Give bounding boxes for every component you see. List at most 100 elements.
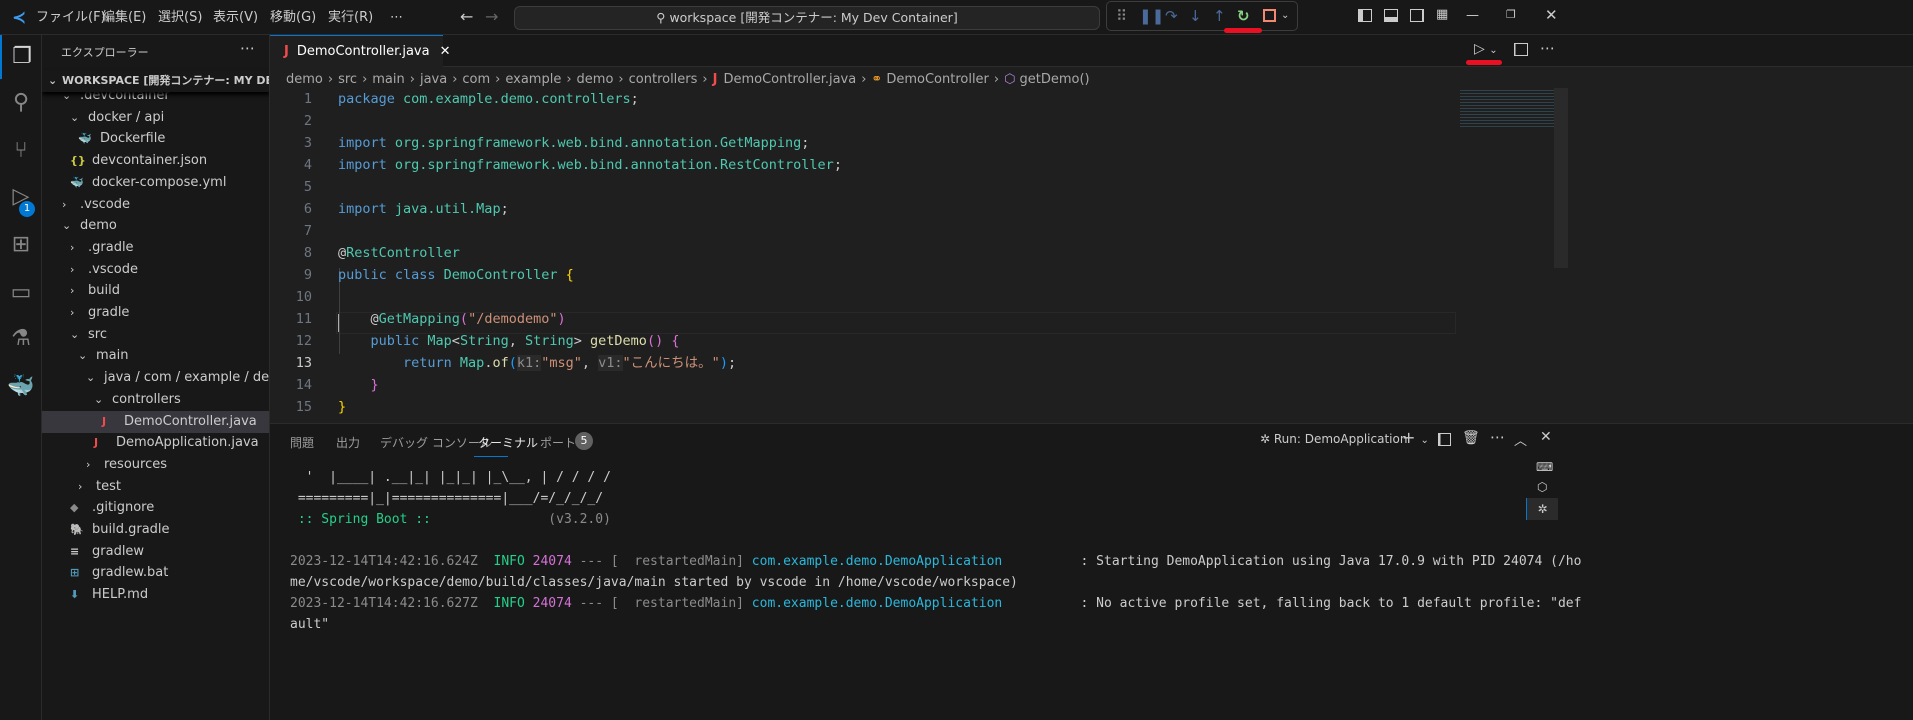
tree-item[interactable]: ≡ gradlew: [42, 541, 269, 563]
tree-item[interactable]: ⬇ HELP.md: [42, 584, 269, 606]
tree-item[interactable]: ◆ .gitignore: [42, 497, 269, 519]
breadcrumb-item[interactable]: demo: [286, 72, 323, 87]
tree-item[interactable]: › .gradle: [42, 237, 269, 259]
tree-item[interactable]: › .vscode: [42, 259, 269, 281]
tree-item[interactable]: ⊞ gradlew.bat: [42, 562, 269, 584]
close-panel-icon[interactable]: ✕: [1540, 429, 1552, 445]
step-into-icon[interactable]: ↓: [1189, 7, 1202, 25]
chevron-down-icon[interactable]: ⌄: [1281, 10, 1289, 21]
toggle-secondary-sidebar-icon[interactable]: [1410, 9, 1424, 22]
breadcrumb-item[interactable]: com: [462, 72, 490, 87]
tree-item[interactable]: › resources: [42, 454, 269, 476]
split-editor-icon[interactable]: [1514, 43, 1528, 56]
breadcrumb-item[interactable]: DemoController: [886, 72, 989, 87]
terminal-output[interactable]: ' |____| .__|_| |_|_| |_\__, | / / / / =…: [270, 468, 1581, 718]
toggle-primary-sidebar-icon[interactable]: [1358, 9, 1372, 22]
tree-item[interactable]: › .vscode: [42, 194, 269, 216]
menu-item[interactable]: 移動(G): [270, 0, 316, 35]
terminal-selector[interactable]: ✲ Run: DemoApplication: [1260, 432, 1407, 446]
panel-tab[interactable]: 出力: [336, 434, 360, 458]
tree-item[interactable]: 🐘 build.gradle: [42, 519, 269, 541]
restart-icon[interactable]: ↻: [1237, 7, 1250, 25]
toggle-panel-icon[interactable]: [1384, 9, 1398, 22]
step-out-icon[interactable]: ↑: [1213, 7, 1226, 25]
terminal-list-debug-icon[interactable]: ✲: [1526, 498, 1558, 520]
close-window-button[interactable]: ✕: [1545, 6, 1558, 24]
breadcrumb-item[interactable]: src: [338, 72, 357, 87]
new-terminal-button[interactable]: + ⌄: [1402, 428, 1429, 447]
breadcrumb-item[interactable]: java: [420, 72, 447, 87]
breadcrumb-item[interactable]: demo: [577, 72, 614, 87]
restore-button[interactable]: ❐: [1506, 8, 1516, 21]
terminal-line: 2023-12-14T14:42:16.624Z INFO 24074 --- …: [290, 552, 1581, 572]
explorer-icon[interactable]: ❐: [0, 35, 42, 79]
split-terminal-icon[interactable]: [1438, 433, 1451, 446]
source-control-icon[interactable]: ⑂: [0, 129, 42, 173]
breadcrumb-item[interactable]: main: [372, 72, 404, 87]
forward-icon[interactable]: →: [485, 7, 498, 26]
maximize-panel-icon[interactable]: ︿: [1514, 430, 1527, 449]
pause-icon[interactable]: ❚❚: [1139, 7, 1164, 25]
method-icon: ⬡: [1004, 72, 1016, 87]
docker-icon[interactable]: 🐳: [0, 365, 42, 409]
panel-tab[interactable]: 問題: [290, 434, 314, 458]
close-tab-icon[interactable]: ✕: [440, 44, 451, 59]
drag-handle-icon[interactable]: ⠿: [1116, 7, 1127, 25]
chevron-down-icon: ⌄: [62, 219, 72, 233]
tree-item[interactable]: ⌄ controllers: [42, 389, 269, 411]
tree-item[interactable]: › test: [42, 476, 269, 498]
tree-item[interactable]: ⌄ java / com / example / demo: [42, 367, 269, 389]
more-actions-icon[interactable]: ⋯: [1490, 428, 1505, 446]
breadcrumb-item[interactable]: example: [505, 72, 561, 87]
panel-tab[interactable]: ターミナル: [478, 434, 538, 458]
more-actions-icon[interactable]: ⋯: [1540, 39, 1555, 57]
menu-item[interactable]: ⋯: [390, 0, 403, 35]
tree-item-label: DemoController.java: [124, 413, 257, 429]
tree-item[interactable]: ⌄ docker / api: [42, 107, 269, 129]
remote-explorer-icon[interactable]: ▭: [0, 271, 42, 315]
breadcrumb-item[interactable]: DemoController.java: [723, 72, 856, 87]
tree-item[interactable]: J DemoApplication.java: [42, 432, 269, 454]
tree-item-label: .gradle: [88, 239, 134, 255]
code-editor[interactable]: 1 package com.example.demo.controllers; 2 3…: [270, 88, 1568, 437]
menu-item[interactable]: 選択(S): [158, 0, 202, 35]
menu-item[interactable]: 表示(V): [213, 0, 258, 35]
search-icon[interactable]: ⚲: [0, 81, 42, 125]
minimap[interactable]: [1460, 88, 1554, 128]
extensions-icon[interactable]: ⊞: [0, 223, 42, 267]
menu-item[interactable]: 編集(E): [102, 0, 146, 35]
step-over-icon[interactable]: ↷: [1165, 7, 1178, 25]
testing-icon[interactable]: ⚗: [0, 317, 42, 361]
workspace-header[interactable]: ⌄WORKSPACE [開発コンテナー: MY DEV CO...: [42, 70, 269, 92]
menu-item[interactable]: ファイル(F): [36, 0, 106, 35]
tree-item[interactable]: 🐳 docker-compose.yml: [42, 172, 269, 194]
tree-item[interactable]: › gradle: [42, 302, 269, 324]
minimize-button[interactable]: —: [1466, 8, 1479, 23]
panel-tab[interactable]: デバッグ コンソール: [380, 434, 492, 458]
debug-badge: 1: [19, 201, 35, 217]
back-icon[interactable]: ←: [460, 7, 473, 26]
breadcrumb-item[interactable]: getDemo(): [1019, 72, 1089, 87]
more-actions-icon[interactable]: ⋯: [240, 39, 255, 57]
tree-item[interactable]: {} devcontainer.json: [42, 150, 269, 172]
command-center-search[interactable]: ⚲ workspace [開発コンテナー: My Dev Container]: [514, 6, 1100, 30]
tree-item[interactable]: ⌄ src: [42, 324, 269, 346]
tab-democontroller-java[interactable]: J DemoController.java ✕: [270, 35, 451, 67]
tree-item[interactable]: 🐳 Dockerfile: [42, 128, 269, 150]
panel-tab[interactable]: ポート: [540, 434, 576, 458]
docker-icon: 🐳: [78, 132, 92, 146]
menu-item[interactable]: 実行(R): [328, 0, 373, 35]
tree-item[interactable]: ⌄ demo: [42, 215, 269, 237]
breadcrumb-item[interactable]: controllers: [629, 72, 698, 87]
tree-item[interactable]: J DemoController.java: [42, 410, 269, 433]
tree-item[interactable]: ⌄ main: [42, 345, 269, 367]
kill-terminal-icon[interactable]: 🗑: [1462, 430, 1480, 446]
run-java-button[interactable]: ▷ ⌄: [1474, 41, 1498, 57]
terminal-list-box-icon[interactable]: ⬡: [1537, 480, 1547, 494]
customize-layout-icon[interactable]: ▦: [1436, 7, 1448, 22]
search-icon: ⚲: [656, 10, 670, 25]
vertical-scrollbar[interactable]: [1554, 88, 1568, 268]
terminal-list-bash-icon[interactable]: ⌨: [1536, 460, 1553, 474]
stop-icon[interactable]: [1263, 9, 1276, 22]
tree-item[interactable]: › build: [42, 280, 269, 302]
